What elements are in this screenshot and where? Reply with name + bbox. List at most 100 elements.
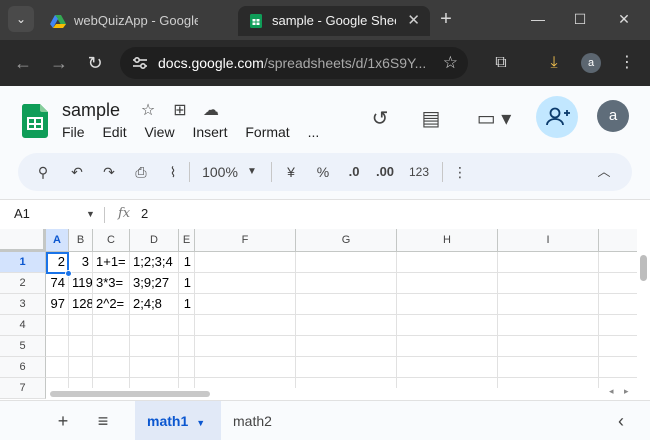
cell-c3[interactable]: 2^2= <box>93 294 130 315</box>
column-header-f[interactable]: F <box>195 229 296 252</box>
fill-handle[interactable] <box>65 270 72 277</box>
new-tab-button[interactable]: + <box>434 6 458 32</box>
menu-edit[interactable]: Edit <box>102 124 126 140</box>
downloads-icon[interactable]: ⤓ <box>541 50 567 76</box>
zoom-select[interactable]: 100% <box>196 153 244 191</box>
address-bar[interactable]: docs.google.com/spreadsheets/d/1x6S9Y...… <box>120 47 468 79</box>
sheet-tab-bar: + ≡ math1 ▼ math2 ‹ <box>0 400 650 440</box>
sheets-logo-icon[interactable] <box>22 104 48 138</box>
share-button[interactable] <box>536 96 578 138</box>
paint-format-icon[interactable]: ⌇ <box>162 153 184 191</box>
collapse-toolbar-icon[interactable]: ︿ <box>594 153 614 191</box>
star-icon[interactable]: ☆ <box>137 100 159 122</box>
column-header-next[interactable] <box>599 229 639 252</box>
menu-insert[interactable]: Insert <box>192 124 227 140</box>
all-sheets-icon[interactable]: ≡ <box>91 409 115 433</box>
browser-profile-avatar[interactable]: a <box>581 53 601 73</box>
account-avatar[interactable]: a <box>597 100 629 132</box>
print-icon[interactable]: ⎙ <box>130 153 152 191</box>
document-title[interactable]: sample <box>62 100 120 121</box>
redo-icon[interactable]: ↷ <box>98 153 120 191</box>
row-header-5[interactable]: 5 <box>0 336 46 357</box>
formula-input[interactable]: 2 <box>141 200 148 228</box>
row-header-7[interactable]: 7 <box>0 378 46 399</box>
cell-d3[interactable]: 2;4;8 <box>130 294 179 315</box>
google-sheets-icon <box>250 14 262 28</box>
cloud-status-icon[interactable]: ☁ <box>200 100 222 122</box>
bookmark-star-icon[interactable]: ☆ <box>443 47 458 79</box>
menu-more[interactable]: ... <box>308 124 320 140</box>
cell-c2[interactable]: 3*3= <box>93 273 130 294</box>
browser-menu-icon[interactable]: ⋮ <box>614 50 640 76</box>
menu-view[interactable]: View <box>144 124 174 140</box>
row-header-4[interactable]: 4 <box>0 315 46 336</box>
cell-b3[interactable]: 128 <box>69 294 93 315</box>
add-sheet-icon[interactable]: + <box>51 409 75 433</box>
sheet-menu-icon[interactable]: ▼ <box>196 418 205 428</box>
close-tab-icon[interactable]: ✕ <box>407 6 420 36</box>
cell-c1[interactable]: 1+1= <box>93 252 130 273</box>
horizontal-scroll-thumb[interactable] <box>50 391 210 397</box>
cell-d2[interactable]: 3;9;27 <box>130 273 179 294</box>
format-currency-button[interactable]: ¥ <box>280 153 302 191</box>
column-header-g[interactable]: G <box>296 229 397 252</box>
select-all-corner[interactable] <box>0 229 46 252</box>
name-box[interactable]: A1 <box>14 200 30 228</box>
format-percent-button[interactable]: % <box>312 153 334 191</box>
column-header-h[interactable]: H <box>397 229 498 252</box>
tab-search-button[interactable]: ⌄ <box>8 6 34 32</box>
decrease-decimal-button[interactable]: .0 <box>342 153 366 191</box>
collapse-sidebar-icon[interactable]: ‹ <box>609 409 633 433</box>
formula-bar: A1 ▼ fx 2 <box>0 199 650 229</box>
column-header-b[interactable]: B <box>69 229 93 252</box>
increase-decimal-button[interactable]: .00 <box>372 153 398 191</box>
cell-b2[interactable]: 119 <box>69 273 93 294</box>
column-header-e[interactable]: E <box>179 229 195 252</box>
more-options-icon[interactable]: ⋮ <box>450 153 470 191</box>
row-header-1[interactable]: 1 <box>0 252 46 273</box>
row-header-3[interactable]: 3 <box>0 294 46 315</box>
row-header-6[interactable]: 6 <box>0 357 46 378</box>
vertical-scroll-thumb[interactable] <box>640 255 647 281</box>
cell-e3[interactable]: 1 <box>179 294 195 315</box>
browser-tab-sample[interactable]: sample - Google Sheets ✕ <box>238 6 430 36</box>
sheets-header: sample ☆ ⊞ ☁ File Edit View Insert Forma… <box>0 86 650 146</box>
cell-a3[interactable]: 97 <box>46 294 69 315</box>
extensions-icon[interactable]: ⧉ <box>488 50 514 76</box>
undo-icon[interactable]: ↶ <box>66 153 88 191</box>
cell-e1[interactable]: 1 <box>179 252 195 273</box>
cell-b1[interactable]: 3 <box>69 252 93 273</box>
back-button[interactable]: ← <box>10 50 36 76</box>
menu-format[interactable]: Format <box>245 124 289 140</box>
sheet-tab-math2[interactable]: math2 <box>221 401 284 440</box>
meet-icon[interactable]: ▭ ▾ <box>470 104 518 134</box>
minimize-button[interactable]: — <box>518 6 558 32</box>
scroll-right-icon[interactable]: ▸ <box>624 386 629 397</box>
number-format-button[interactable]: 123 <box>406 153 432 191</box>
browser-tab-webquizapp[interactable]: webQuizApp - Google I <box>40 6 232 36</box>
column-header-a[interactable]: A <box>46 229 69 252</box>
comments-icon[interactable]: ▤ <box>416 104 446 134</box>
vertical-scrollbar[interactable] <box>637 229 650 400</box>
close-window-button[interactable]: ✕ <box>604 6 644 32</box>
cell-d1[interactable]: 1;2;3;4 <box>130 252 179 273</box>
sheet-tab-math1[interactable]: math1 ▼ <box>135 401 221 440</box>
column-header-c[interactable]: C <box>93 229 130 252</box>
column-header-d[interactable]: D <box>130 229 179 252</box>
spreadsheet-grid[interactable]: A B C D E F G H I 1 2 3 4 5 6 7 2 3 1+1=… <box>0 229 650 400</box>
scroll-left-icon[interactable]: ◂ <box>609 386 614 397</box>
name-box-dropdown-icon[interactable]: ▼ <box>86 200 95 228</box>
maximize-button[interactable]: ☐ <box>560 6 600 32</box>
search-menus-icon[interactable]: ⚲ <box>32 153 54 191</box>
version-history-icon[interactable]: ↺ <box>365 104 395 134</box>
row-header-2[interactable]: 2 <box>0 273 46 294</box>
cell-e2[interactable]: 1 <box>179 273 195 294</box>
column-header-i[interactable]: I <box>498 229 599 252</box>
horizontal-scrollbar[interactable]: ◂ ▸ <box>46 386 637 400</box>
site-settings-icon[interactable] <box>130 53 150 73</box>
move-folder-icon[interactable]: ⊞ <box>169 100 191 122</box>
reload-button[interactable]: ↻ <box>82 50 108 76</box>
forward-button[interactable]: → <box>46 50 72 76</box>
menu-file[interactable]: File <box>62 124 85 140</box>
zoom-dropdown-icon[interactable]: ▼ <box>245 153 259 191</box>
